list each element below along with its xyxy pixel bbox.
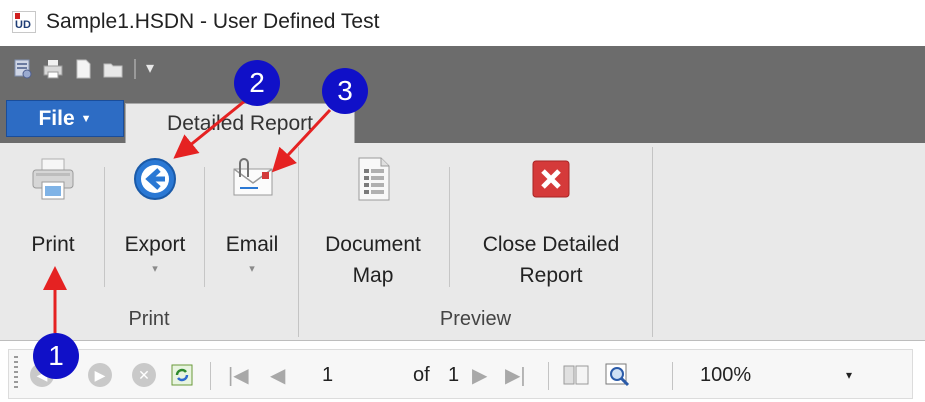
document-map-button[interactable]: Document Map: [308, 155, 438, 291]
group-label-preview: Preview: [439, 308, 512, 330]
zoom-dropdown-icon[interactable]: ▾: [846, 362, 852, 388]
annotation-badge-3: 3: [322, 68, 368, 114]
current-page-input[interactable]: 1: [322, 362, 333, 388]
report-icon[interactable]: [12, 58, 34, 80]
document-map-icon: [349, 155, 397, 203]
find-icon[interactable]: [604, 362, 632, 388]
email-icon: [228, 155, 276, 203]
email-button[interactable]: Email ▾: [208, 155, 296, 275]
close-detailed-report-button[interactable]: Close Detailed Report: [456, 155, 646, 291]
chevron-down-icon: ▾: [249, 263, 255, 275]
app-icon: UD: [12, 11, 36, 33]
last-page-icon[interactable]: ▶|: [505, 362, 526, 388]
forward-icon[interactable]: ▶: [88, 362, 112, 388]
button-separator: [449, 167, 450, 287]
button-separator: [104, 167, 105, 287]
group-divider: [652, 147, 653, 337]
first-page-icon[interactable]: |◀: [228, 362, 249, 388]
toolbar-separator: [210, 362, 211, 390]
annotation-badge-1: 1: [33, 333, 79, 379]
file-tab[interactable]: File ▼: [6, 100, 124, 137]
toolbar-separator: [672, 362, 673, 390]
open-folder-icon[interactable]: [102, 58, 124, 80]
of-label: of: [413, 363, 430, 386]
print-icon[interactable]: [42, 58, 64, 80]
button-separator: [204, 167, 205, 287]
group-label-print: Print: [128, 308, 170, 330]
printer-icon: [29, 155, 77, 203]
ribbon-panel: Print Export ▾ Email ▾ Document Map Clos…: [0, 143, 925, 341]
quick-access-toolbar: ▾: [12, 56, 154, 82]
toolbar-separator: [548, 362, 549, 390]
print-button[interactable]: Print: [18, 155, 88, 260]
export-button[interactable]: Export ▾: [110, 155, 200, 275]
document-map-label: Document Map: [325, 233, 421, 287]
print-button-label: Print: [31, 233, 75, 256]
stop-icon[interactable]: ✕: [132, 362, 156, 388]
document-icon[interactable]: [72, 58, 94, 80]
total-pages: 1: [448, 363, 460, 386]
qat-separator: [134, 59, 136, 79]
zoom-select[interactable]: 100%: [700, 362, 751, 388]
close-detailed-report-label: Close Detailed Report: [482, 233, 620, 287]
title-bar: UD Sample1.HSDN - User Defined Test: [0, 0, 925, 46]
export-button-label: Export: [124, 233, 186, 256]
toggle-document-map-icon[interactable]: [562, 362, 590, 388]
chevron-down-icon: ▼: [80, 112, 92, 125]
tab-detailed-report[interactable]: Detailed Report: [125, 103, 355, 143]
window-title: Sample1.HSDN - User Defined Test: [46, 10, 380, 33]
previous-page-icon[interactable]: ◀: [270, 362, 285, 388]
refresh-icon[interactable]: [170, 362, 194, 388]
export-arrow-icon: [131, 155, 179, 203]
toolbar-grip[interactable]: [14, 356, 18, 388]
email-button-label: Email: [225, 233, 279, 256]
chevron-down-icon: ▾: [152, 263, 158, 275]
close-red-icon: [527, 155, 575, 203]
next-page-icon[interactable]: ▶: [472, 362, 487, 388]
annotation-badge-2: 2: [234, 60, 280, 106]
customize-qat-button[interactable]: ▾: [146, 61, 154, 77]
